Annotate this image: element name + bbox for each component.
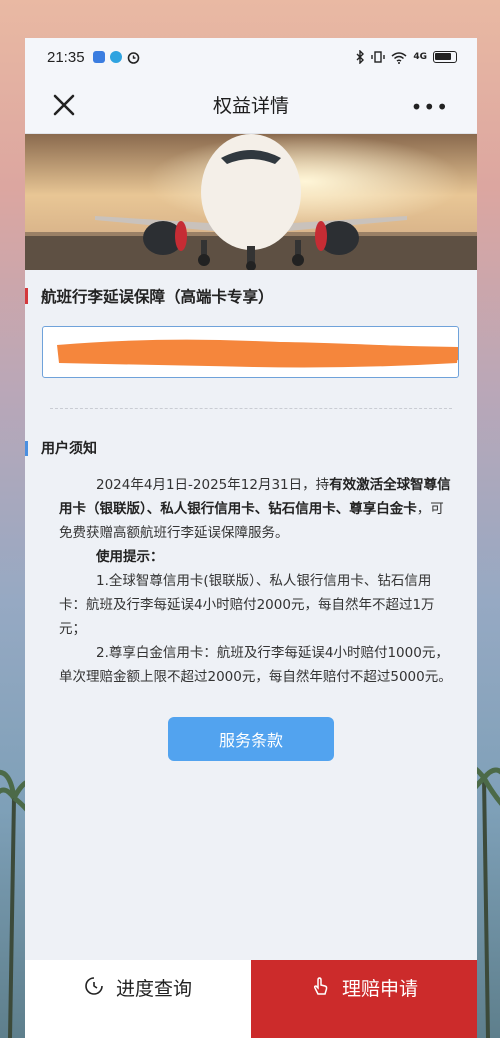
app-badge-icon <box>92 51 105 63</box>
benefit-section-header: 航班行李延误保障（高端卡专享） <box>25 270 477 322</box>
notes-p1-a: 2024年4月1日-2025年12月31日，持 <box>96 477 330 493</box>
notes-body: 2024年4月1日-2025年12月31日，持有效激活全球智尊信用卡（银联版）、… <box>25 463 477 689</box>
notes-header: 用户须知 <box>25 433 477 463</box>
terms-of-service-button[interactable]: 服务条款 <box>168 717 334 761</box>
phone-screen: 21:35 4G 权益详情 ••• 航班行李延误保障（高端卡专享） 用户须知 2… <box>25 38 477 1038</box>
notes-accent-bar <box>25 440 28 456</box>
claim-apply-label: 理赔申请 <box>341 978 418 1000</box>
benefit-title: 航班行李延误保障（高端卡专享） <box>41 288 274 306</box>
status-bar: 21:35 4G <box>25 38 477 76</box>
bottom-action-bar: 进度查询 理赔申请 <box>25 960 477 1038</box>
usage-tip-1: 1.全球智尊信用卡(银联版）、私人银行信用卡、钻石信用卡：航班及行李每延误4小时… <box>59 573 435 637</box>
bluetooth-icon <box>356 50 365 64</box>
notes-title: 用户须知 <box>41 441 97 457</box>
close-icon[interactable] <box>51 92 77 118</box>
vibrate-icon <box>371 51 386 63</box>
airplane-hero-image <box>25 134 477 270</box>
progress-query-button[interactable]: 进度查询 <box>25 960 251 1038</box>
alarm-icon <box>127 51 139 64</box>
tap-hand-icon <box>313 977 328 995</box>
notes-paragraph: 2024年4月1日-2025年12月31日，持有效激活全球智尊信用卡（银联版）、… <box>59 473 457 545</box>
page-title: 权益详情 <box>212 95 289 117</box>
section-divider <box>50 408 452 409</box>
status-time: 21:35 <box>47 48 85 66</box>
signal-4g-icon: 4G <box>413 52 427 62</box>
chat-badge-icon <box>109 51 122 63</box>
redaction-scribble <box>57 339 458 368</box>
usage-tip-2: 2.尊享白金信用卡：航班及行李每延误4小时赔付1000元，单次理赔金额上限不超过… <box>59 645 452 685</box>
section-accent-bar <box>25 288 28 304</box>
status-right-group: 4G <box>355 50 457 64</box>
nav-bar: 权益详情 ••• <box>25 76 477 134</box>
wifi-icon <box>391 51 407 64</box>
more-options-icon[interactable]: ••• <box>411 95 449 119</box>
clock-progress-icon <box>85 977 103 995</box>
progress-query-label: 进度查询 <box>115 978 192 1000</box>
redacted-card-field[interactable] <box>42 326 459 378</box>
claim-apply-button[interactable]: 理赔申请 <box>251 960 477 1038</box>
battery-icon <box>433 51 457 63</box>
usage-tips-title: 使用提示： <box>96 549 164 565</box>
